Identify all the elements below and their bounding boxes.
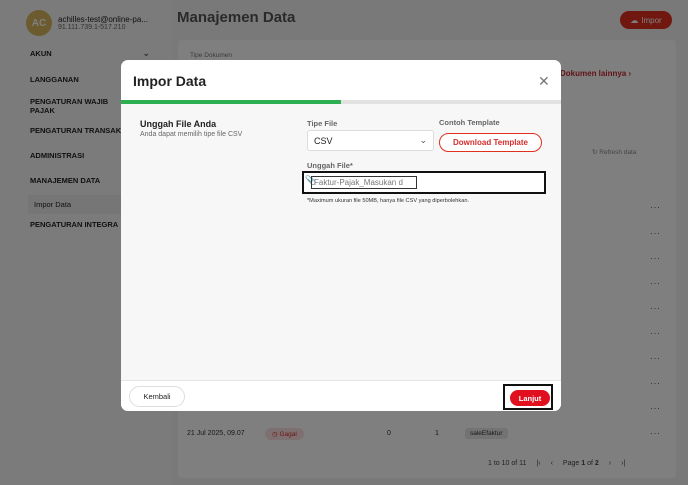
lanjut-highlight: Lanjut xyxy=(503,384,553,410)
section-title: Unggah File Anda xyxy=(140,119,217,129)
contoh-template-label: Contoh Template xyxy=(439,118,500,127)
lanjut-button[interactable]: Lanjut xyxy=(510,390,550,406)
chevron-down-icon: ⌄ xyxy=(419,135,427,145)
upload-placeholder: Faktur-Pajak_Masukan d xyxy=(314,178,403,187)
upload-highlight: 📎 Faktur-Pajak_Masukan d xyxy=(302,171,546,194)
tipe-file-value: CSV xyxy=(314,135,333,146)
section-subtitle: Anda dapat memilih tipe file CSV xyxy=(140,131,243,138)
close-icon[interactable]: ✕ xyxy=(538,73,550,90)
upload-file-input[interactable]: Faktur-Pajak_Masukan d xyxy=(311,176,417,189)
unggah-file-label: Unggah File* xyxy=(307,161,353,170)
modal-body: Unggah File Anda Anda dapat memilih tipe… xyxy=(121,104,561,380)
kembali-button[interactable]: Kembali xyxy=(129,386,185,407)
impor-data-modal: Impor Data ✕ Unggah File Anda Anda dapat… xyxy=(121,60,561,411)
modal-footer: Kembali Lanjut xyxy=(121,380,561,411)
tipe-file-label: Tipe File xyxy=(307,119,338,128)
upload-note: *Maximum ukuran file 50MB, hanya file CS… xyxy=(307,198,469,204)
modal-title: Impor Data xyxy=(133,73,207,89)
download-template-button[interactable]: Download Template xyxy=(439,133,542,152)
tipe-file-select[interactable]: CSV ⌄ xyxy=(307,130,434,151)
